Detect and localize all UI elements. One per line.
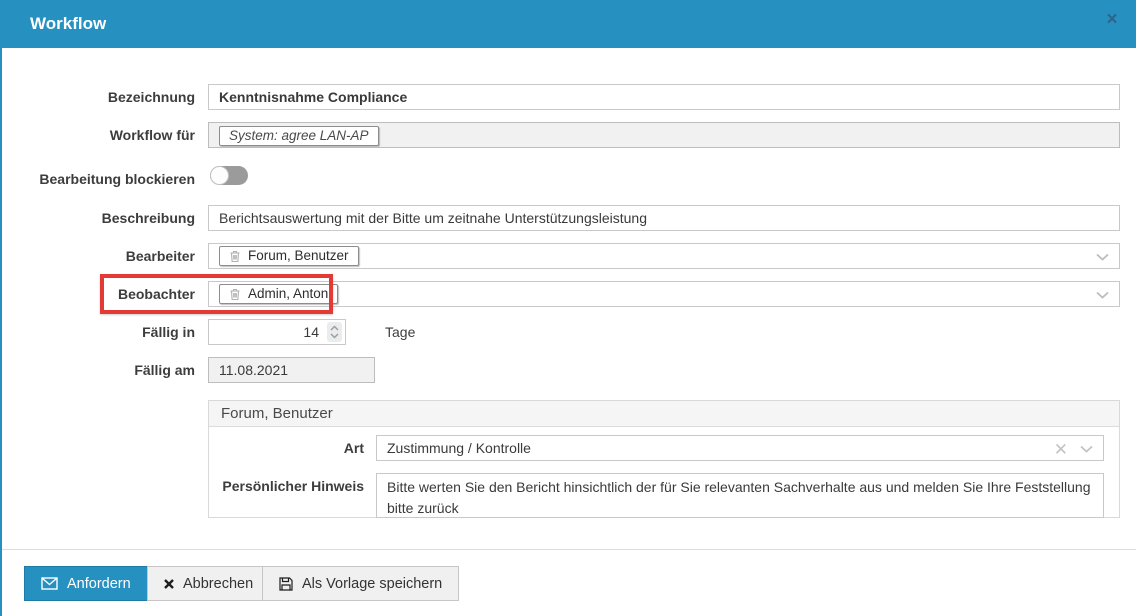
beschreibung-label: Beschreibung bbox=[0, 205, 195, 231]
number-spinner[interactable] bbox=[327, 322, 342, 342]
faellig-in-value: 14 bbox=[303, 320, 319, 344]
bearbeiter-select[interactable]: Forum, Benutzer bbox=[208, 243, 1120, 269]
art-label: Art bbox=[209, 435, 364, 461]
chevron-down-icon[interactable] bbox=[1080, 445, 1093, 453]
dialog-title: Workflow bbox=[30, 0, 106, 48]
dialog-left-accent bbox=[0, 0, 2, 616]
beschreibung-input[interactable]: Berichtsauswertung mit der Bitte um zeit… bbox=[208, 205, 1120, 231]
abbrechen-label: Abbrechen bbox=[183, 576, 253, 592]
bearbeitung-blockieren-toggle[interactable] bbox=[210, 166, 248, 185]
workflow-fuer-chip[interactable]: System: agree LAN-AP bbox=[219, 126, 379, 146]
dialog-header: Workflow × bbox=[0, 0, 1136, 48]
faellig-in-input[interactable]: 14 bbox=[208, 319, 346, 345]
art-select[interactable]: Zustimmung / Kontrolle ✕ bbox=[376, 435, 1104, 461]
anfordern-label: Anfordern bbox=[67, 576, 131, 592]
hinweis-textarea[interactable]: Bitte werten Sie den Bericht hinsichtlic… bbox=[376, 473, 1104, 518]
save-icon bbox=[279, 577, 293, 591]
bearbeiter-label: Bearbeiter bbox=[0, 243, 195, 269]
recipient-panel-title: Forum, Benutzer bbox=[209, 401, 1119, 427]
beobachter-chip[interactable]: Admin, Anton bbox=[219, 284, 338, 304]
chevron-down-icon[interactable] bbox=[1096, 282, 1109, 307]
faellig-in-suffix: Tage bbox=[385, 319, 415, 345]
bearbeiter-chip[interactable]: Forum, Benutzer bbox=[219, 246, 359, 266]
spinner-up-icon bbox=[330, 325, 339, 331]
workflow-fuer-label: Workflow für bbox=[0, 122, 195, 148]
close-icon[interactable]: × bbox=[1102, 10, 1122, 30]
abbrechen-button[interactable]: Abbrechen bbox=[147, 566, 270, 601]
recipient-panel: Forum, Benutzer Art Zustimmung / Kontrol… bbox=[208, 400, 1120, 518]
envelope-icon bbox=[41, 577, 58, 590]
trash-icon[interactable] bbox=[229, 250, 241, 263]
clear-icon[interactable]: ✕ bbox=[1054, 441, 1068, 458]
footer-divider bbox=[0, 549, 1136, 550]
workflow-dialog: Workflow × Bezeichnung Kenntnisnahme Com… bbox=[0, 0, 1136, 616]
beobachter-label: Beobachter bbox=[0, 281, 195, 307]
bezeichnung-input[interactable]: Kenntnisnahme Compliance bbox=[208, 84, 1120, 110]
beobachter-chip-label: Admin, Anton bbox=[248, 282, 328, 306]
faellig-am-field: 11.08.2021 bbox=[208, 357, 375, 383]
vorlage-label: Als Vorlage speichern bbox=[302, 576, 442, 592]
hinweis-label: Persönlicher Hinweis bbox=[209, 473, 364, 499]
chevron-down-icon[interactable] bbox=[1096, 244, 1109, 269]
bezeichnung-label: Bezeichnung bbox=[0, 84, 195, 110]
toggle-knob bbox=[210, 166, 229, 185]
workflow-fuer-field: System: agree LAN-AP bbox=[208, 122, 1120, 148]
als-vorlage-speichern-button[interactable]: Als Vorlage speichern bbox=[262, 566, 459, 601]
trash-icon[interactable] bbox=[229, 288, 241, 301]
art-value: Zustimmung / Kontrolle bbox=[387, 440, 531, 456]
spinner-down-icon bbox=[330, 333, 339, 339]
bearbeiter-chip-label: Forum, Benutzer bbox=[248, 244, 349, 268]
faellig-am-label: Fällig am bbox=[0, 357, 195, 383]
faellig-in-label: Fällig in bbox=[0, 319, 195, 345]
anfordern-button[interactable]: Anfordern bbox=[24, 566, 148, 601]
beobachter-select[interactable]: Admin, Anton bbox=[208, 281, 1120, 307]
cancel-x-icon bbox=[164, 579, 174, 589]
bearbeitung-blockieren-label: Bearbeitung blockieren bbox=[0, 166, 195, 192]
